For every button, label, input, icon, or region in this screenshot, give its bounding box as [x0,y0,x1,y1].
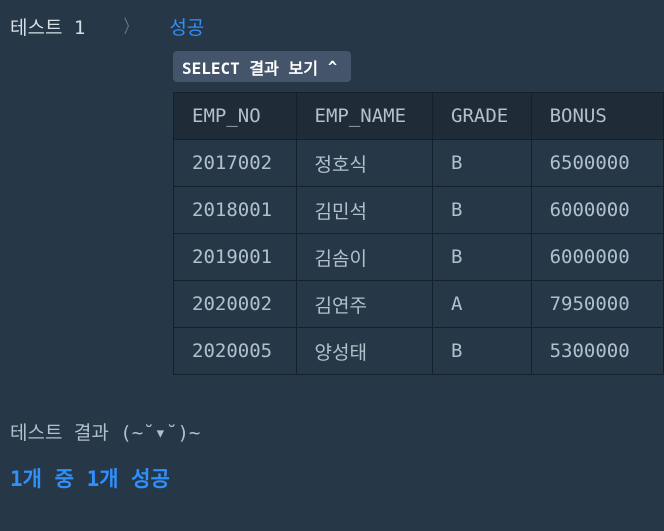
column-header: BONUS [530,92,664,140]
table-header-row: EMP_NO EMP_NAME GRADE BONUS [173,92,664,140]
table-cell: B [432,233,532,281]
table-cell: 6500000 [530,139,664,187]
table-cell: 6000000 [530,186,664,234]
table-cell: 2019001 [173,233,297,281]
table-cell: 2017002 [173,139,297,187]
table-row: 2020002 김연주 A 7950000 [173,280,664,328]
table-cell: 김연주 [295,280,434,328]
table-row: 2017002 정호식 B 6500000 [173,139,664,187]
table-cell: 2018001 [173,186,297,234]
table-cell: B [432,186,532,234]
table-row: 2020005 양성태 B 5300000 [173,327,664,375]
test-result-label: 테스트 결과 (~˘▾˘)~ [10,422,201,444]
test-result-summary: 1개 중 1개 성공 [10,467,170,491]
table-cell: 양성태 [295,327,434,375]
chevron-up-icon: ^ [327,57,337,76]
column-header: EMP_NO [173,92,297,140]
table-cell: 김솜이 [295,233,434,281]
table-cell: B [432,327,532,375]
table-cell: 6000000 [530,233,664,281]
table-row: 2019001 김솜이 B 6000000 [173,233,664,281]
select-result-toggle-button[interactable]: SELECT 결과 보기 ^ [173,51,351,82]
column-header: GRADE [432,92,532,140]
table-row: 2018001 김민석 B 6000000 [173,186,664,234]
result-table: EMP_NO EMP_NAME GRADE BONUS 2017002 정호식 … [173,92,664,375]
test-status: 성공 [169,16,205,39]
table-cell: 2020002 [173,280,297,328]
chevron-right-icon: 〉 [124,17,137,38]
table-cell: 2020005 [173,327,297,375]
table-cell: 7950000 [530,280,664,328]
table-cell: 정호식 [295,139,434,187]
table-cell: A [432,280,532,328]
test-case-header: 테스트 1 〉 성공 [10,12,204,40]
table-cell: 5300000 [530,327,664,375]
column-header: EMP_NAME [295,92,434,140]
table-cell: B [432,139,532,187]
select-result-toggle-label: SELECT 결과 보기 [182,58,318,78]
test-case-label: 테스트 1 [10,16,86,39]
table-cell: 김민석 [295,186,434,234]
